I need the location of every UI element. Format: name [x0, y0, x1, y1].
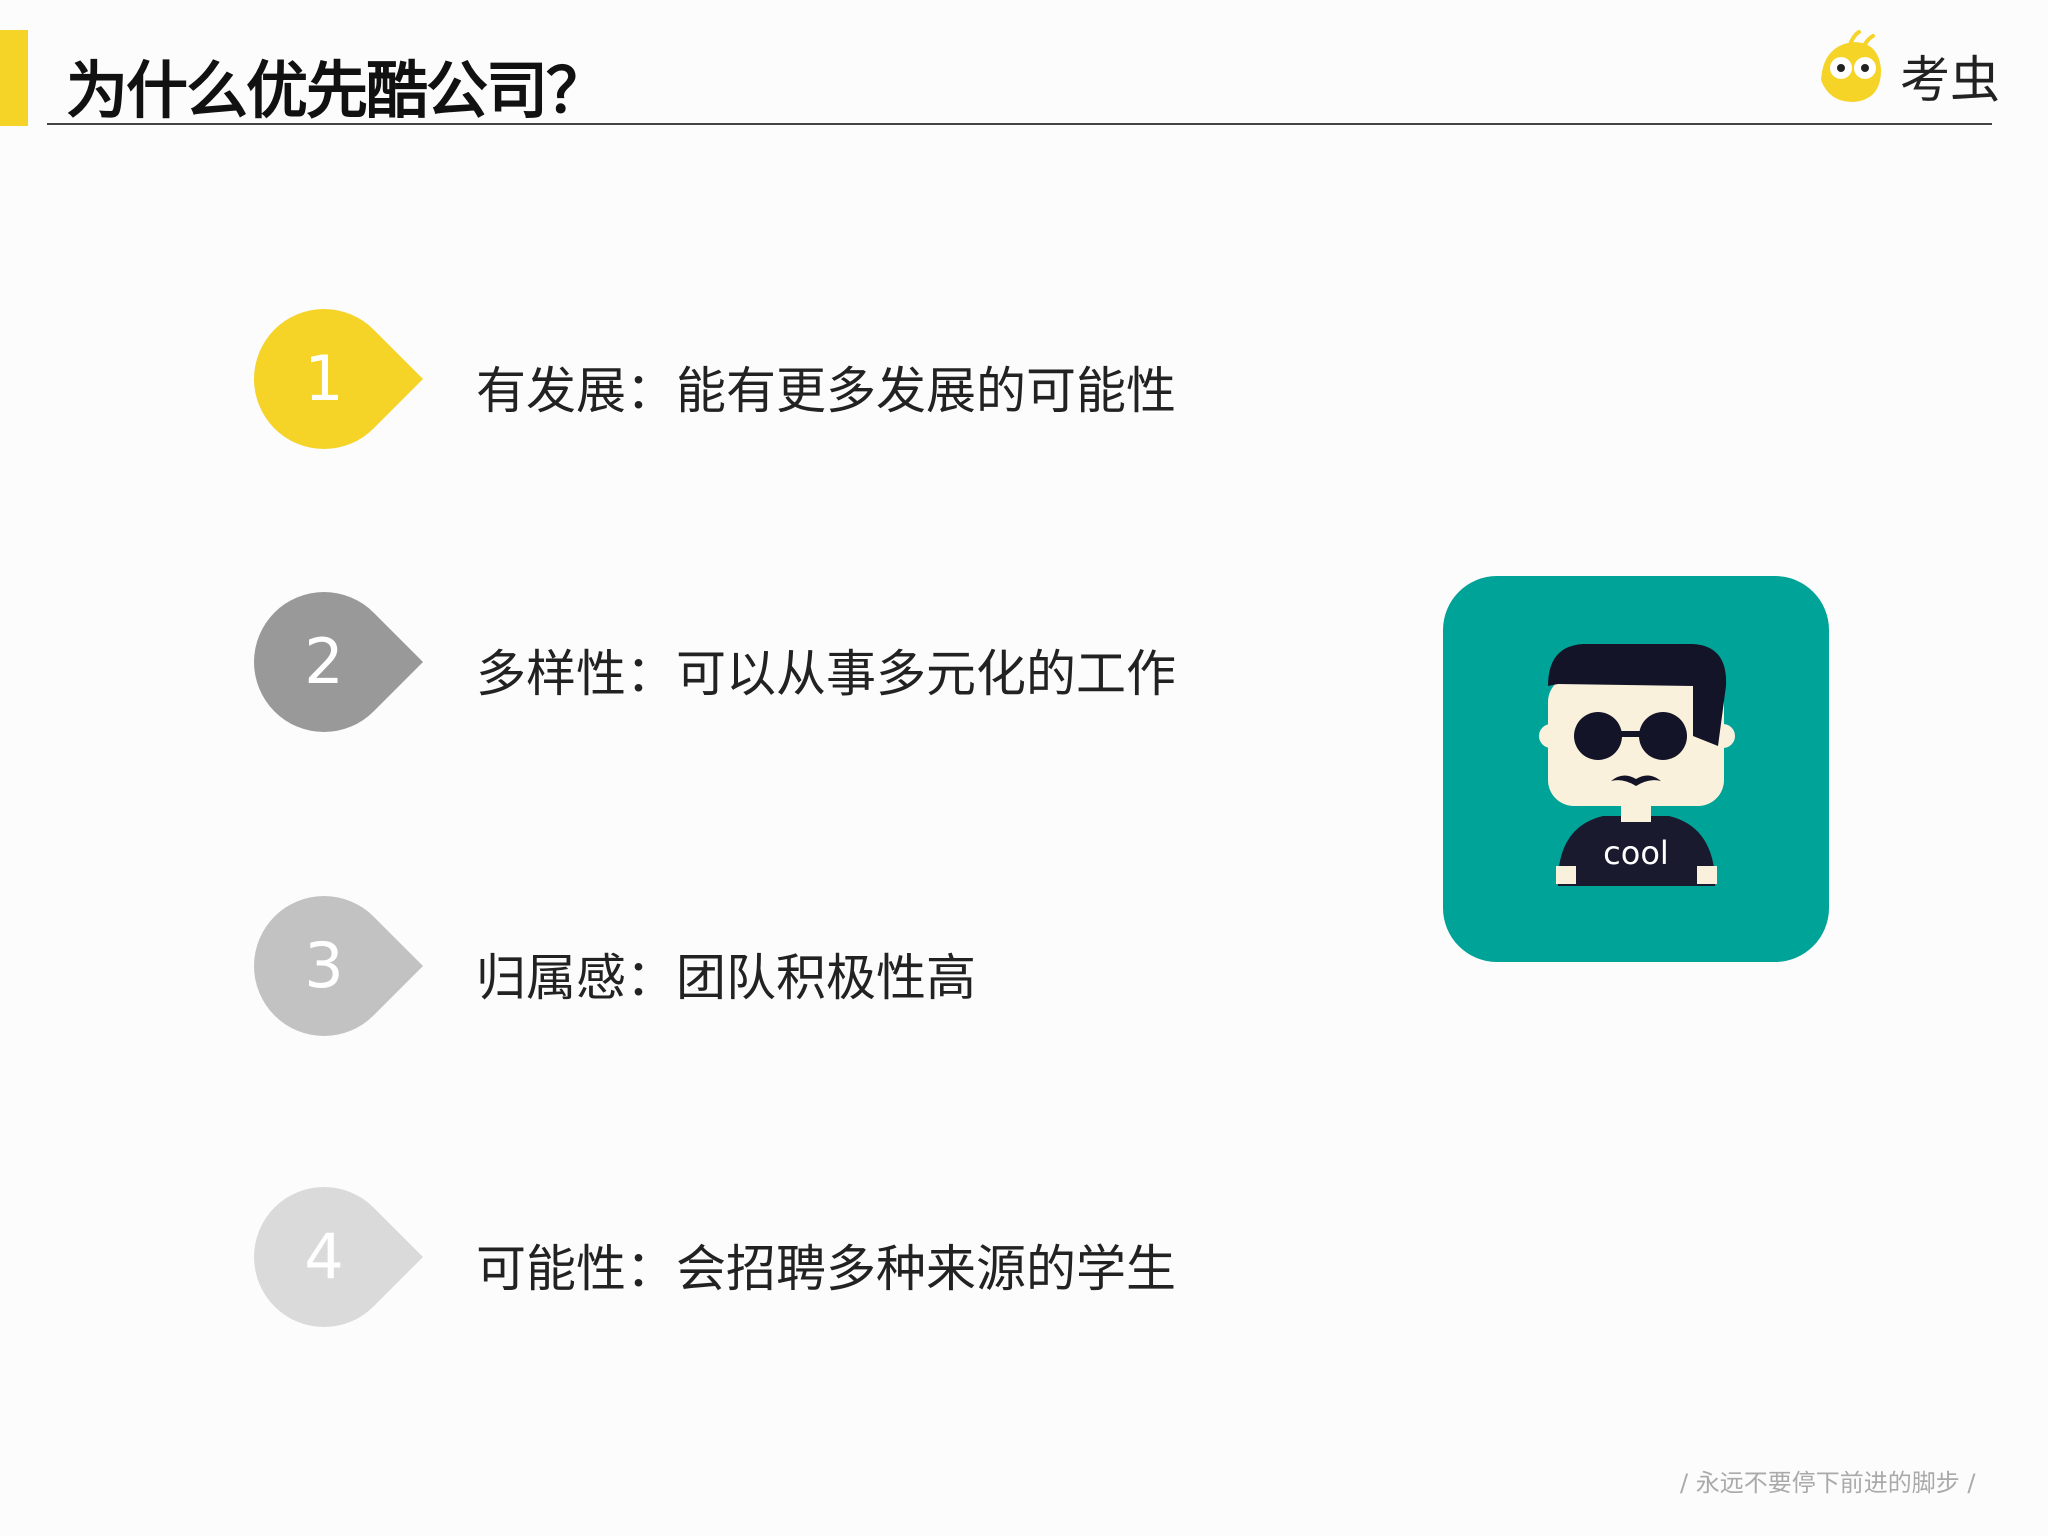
- list-item: 1 有发展：能有更多发展的可能性: [0, 280, 1300, 478]
- footer-slogan: / 永远不要停下前进的脚步 /: [1680, 1469, 1976, 1497]
- item-number: 3: [304, 929, 344, 1002]
- item-text: 有发展：能有更多发展的可能性: [476, 362, 1176, 420]
- list-item: 4 可能性：会招聘多种来源的学生: [0, 1158, 1300, 1356]
- cool-character-illustration: cool: [1443, 576, 1829, 962]
- item-number: 1: [304, 342, 344, 415]
- item-number: 4: [304, 1220, 344, 1293]
- item-text: 可能性：会招聘多种来源的学生: [476, 1240, 1176, 1298]
- title-divider: [47, 123, 1992, 125]
- logo-text: 考虫: [1900, 51, 2000, 109]
- title-accent-bar: [0, 30, 28, 126]
- item-text: 归属感：团队积极性高: [476, 949, 976, 1007]
- list-item: 2 多样性：可以从事多元化的工作: [0, 563, 1300, 761]
- item-text: 多样性：可以从事多元化的工作: [476, 645, 1176, 703]
- item-number: 2: [304, 625, 344, 698]
- list-item: 3 归属感：团队积极性高: [0, 867, 1300, 1065]
- page-title: 为什么优先酷公司？: [66, 54, 608, 127]
- shirt-text: cool: [1603, 834, 1669, 872]
